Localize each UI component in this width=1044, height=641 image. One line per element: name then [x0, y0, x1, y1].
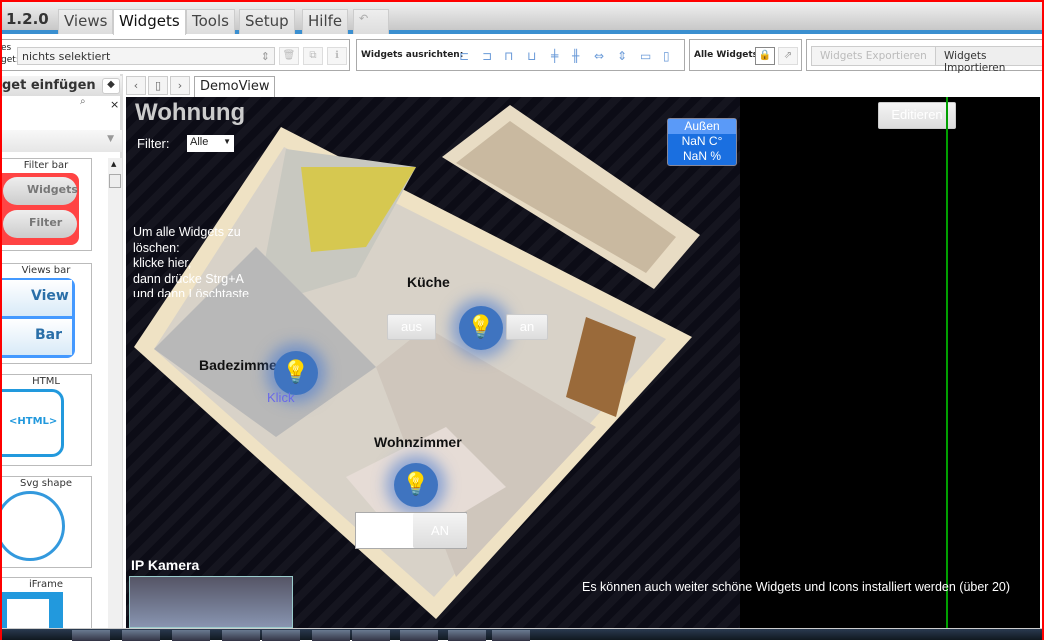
edit-button[interactable]: Editieren — [878, 102, 956, 129]
info-icon[interactable]: ℹ — [327, 47, 347, 65]
toolbar: es get: nichts selektiert ⇕ 🗑 ⧉ ℹ Widgets… — [0, 38, 1044, 74]
align-top-icon[interactable]: ⊓ — [504, 49, 513, 63]
taskbar-app[interactable] — [72, 630, 110, 641]
tab-views[interactable]: Views — [58, 9, 114, 34]
filter-button: Filter — [3, 210, 77, 238]
living-room-switch[interactable]: AN — [355, 512, 467, 549]
camera-label: IP Kamera — [131, 557, 200, 573]
import-button[interactable]: Widgets Importieren — [935, 46, 1044, 74]
filter-select[interactable]: Alle ▼ — [187, 135, 234, 152]
delete-icon[interactable]: 🗑 — [279, 47, 299, 65]
card-title: Views bar — [21, 265, 71, 276]
palette-title: get einfügen — [2, 78, 96, 93]
copy-icon[interactable]: ⧉ — [303, 47, 323, 65]
taskbar-app[interactable] — [222, 630, 260, 641]
living-room-label: Wohnzimmer — [374, 434, 462, 450]
distribute-h-icon[interactable]: ⇔ — [594, 49, 604, 63]
view-tabs: ‹ ▯ › DemoView — [126, 74, 1044, 97]
widget-card-views-bar[interactable]: Views bar View Bar — [0, 263, 92, 364]
undo-icon[interactable]: ↶ — [353, 9, 389, 34]
taskbar-app[interactable] — [400, 630, 438, 641]
bathroom-click-link[interactable]: Klick — [267, 390, 294, 405]
card-title: HTML — [32, 376, 60, 387]
widget-select-value: nichts selektiert — [22, 50, 111, 63]
bathroom-label: Badezimmer — [199, 357, 279, 373]
tab-tools[interactable]: Tools — [186, 9, 235, 34]
taskbar-app[interactable] — [492, 630, 530, 641]
selected-label: es — [1, 43, 12, 53]
taskbar-app[interactable] — [312, 630, 350, 641]
tab-setup[interactable]: Setup — [239, 9, 295, 34]
outside-title: Außen — [668, 119, 736, 134]
export-button[interactable]: Widgets Exportieren — [811, 46, 936, 66]
kitchen-label: Küche — [407, 274, 450, 290]
taskbar-app[interactable] — [448, 630, 486, 641]
taskbar-app[interactable] — [172, 630, 210, 641]
taskbar-app[interactable] — [262, 630, 300, 641]
widgets-button: Widgets — [3, 177, 78, 205]
card-title: iFrame — [29, 579, 63, 590]
bar-button: Bar — [1, 319, 72, 355]
all-widgets-label: Alle Widgets: — [694, 50, 762, 60]
footer-text: Es können auch weiter schöne Widgets und… — [582, 580, 1011, 594]
switch-state: AN — [413, 513, 467, 548]
card-title: Filter bar — [23, 160, 69, 171]
tab-widgets[interactable]: Widgets — [113, 9, 186, 35]
info-text[interactable]: Um alle Widgets zu löschen: klicke hier, da… — [133, 225, 249, 297]
card-title: Svg shape — [20, 478, 72, 489]
kitchen-off-button[interactable]: aus — [387, 314, 436, 340]
tag-icon[interactable]: ◆ — [102, 78, 120, 94]
next-view-icon[interactable]: › — [170, 76, 190, 95]
filter-value: Alle — [190, 136, 209, 148]
palette-header: get einfügen ◆ — [0, 76, 122, 96]
search-icon[interactable]: ⌕ — [80, 96, 86, 107]
align-center-v-icon[interactable]: ╪ — [551, 49, 558, 63]
close-icon[interactable]: × — [110, 98, 119, 111]
kitchen-on-button[interactable]: an — [506, 314, 548, 340]
distribute-v-icon[interactable]: ⇕ — [617, 49, 627, 63]
tab-hilfe[interactable]: Hilfe — [302, 9, 349, 34]
taskbar-app[interactable] — [352, 630, 390, 641]
category-select[interactable]: ▼ — [0, 130, 122, 152]
view-button: View — [1, 280, 72, 316]
view-canvas: Wohnung Filter: Alle ▼ Um alle Widgets zu… — [126, 97, 1040, 628]
widget-card-iframe[interactable]: iFrame — [0, 577, 92, 632]
align-label: Widgets ausrichten: — [361, 50, 464, 60]
version-label: 1.2.0 — [6, 10, 49, 28]
align-right-icon[interactable]: ⊐ — [482, 49, 492, 63]
palette-scrollbar[interactable]: ▲ — [108, 158, 122, 628]
widget-card-html[interactable]: HTML <HTML> — [0, 374, 92, 466]
taskbar — [0, 628, 1044, 641]
same-width-icon[interactable]: ▭ — [640, 49, 651, 63]
same-height-icon[interactable]: ▯ — [663, 49, 670, 63]
align-left-icon[interactable]: ⊏ — [459, 49, 469, 63]
taskbar-app[interactable] — [122, 630, 160, 641]
widget-select[interactable]: nichts selektiert ⇕ — [17, 47, 275, 65]
clipboard-icon[interactable]: ▯ — [148, 76, 168, 95]
kitchen-lightbulb-icon[interactable]: 💡 — [459, 306, 503, 350]
circle-preview — [0, 491, 65, 561]
outside-humidity: NaN % — [682, 149, 721, 163]
outside-weather-widget: Außen NaN C° NaN % — [667, 118, 737, 166]
camera-image[interactable] — [129, 576, 293, 628]
page-title: Wohnung — [135, 99, 246, 126]
living-room-lightbulb-icon[interactable]: 💡 — [394, 463, 438, 507]
widget-card-svg-shape[interactable]: Svg shape — [0, 476, 92, 568]
prev-view-icon[interactable]: ‹ — [126, 76, 146, 95]
widget-card-filter-bar[interactable]: Filter bar Widgets Filter — [0, 158, 92, 251]
external-icon[interactable]: ⇗ — [778, 47, 798, 65]
outside-temperature: NaN C° — [681, 134, 723, 148]
tab-demoview[interactable]: DemoView — [194, 76, 276, 97]
widget-palette: get einfügen ◆ ⌕ × ▼ ▲ Filter bar Widget… — [0, 74, 123, 632]
guide-line — [946, 97, 948, 628]
menu-bar: 1.2.0 Views Widgets Tools Setup Hilfe ↶ — [0, 2, 1044, 35]
align-bottom-icon[interactable]: ⊔ — [527, 49, 536, 63]
lock-icon[interactable]: 🔒 — [755, 47, 775, 65]
filter-label: Filter: — [137, 136, 170, 151]
align-center-h-icon[interactable]: ╫ — [572, 49, 579, 63]
html-preview: <HTML> — [1, 389, 64, 457]
bathroom-lightbulb-icon[interactable]: 💡 — [274, 351, 318, 395]
